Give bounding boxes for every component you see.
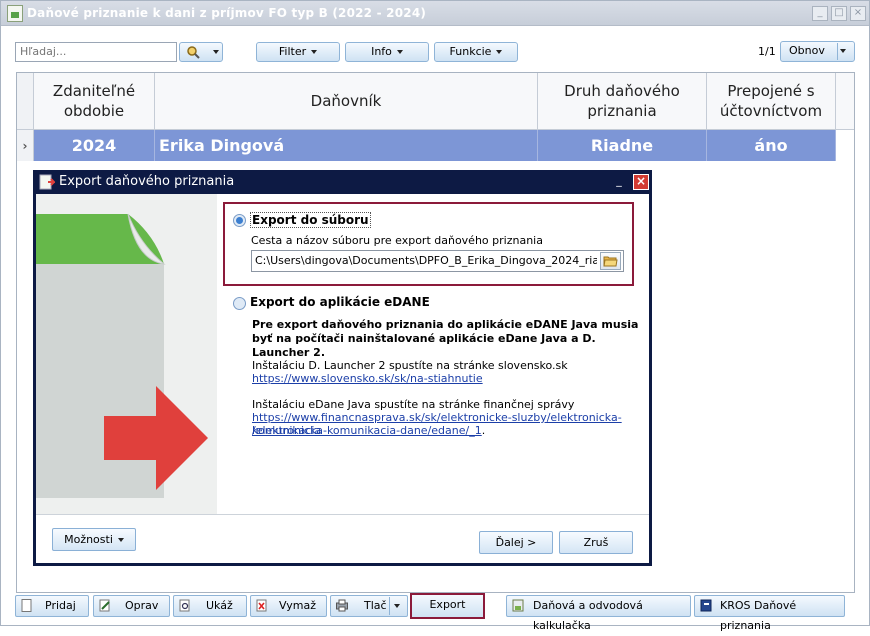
export-file-label[interactable]: Export do súboru [250,212,371,228]
options-button[interactable]: Možnosti [52,528,136,551]
kros-button[interactable]: KROS Daňové priznania [694,595,845,632]
vymaz-button[interactable]: Vymaž [250,595,327,617]
refresh-button[interactable]: Obnov [780,41,855,62]
oprav-label: Oprav [125,599,159,612]
chevron-down-icon [311,50,318,54]
row-indicator-header [17,73,34,130]
edane-link-line-2: /elektronicka-komunikacia-dane/edane/_1. [252,424,485,437]
edane-text: Inštaláciu eDane Java spustíte na stránk… [252,398,575,411]
kros-book-icon [700,599,712,612]
refresh-label: Obnov [789,44,825,57]
kalkulacka-label: Daňová a odvodová kalkulačka [533,599,643,632]
dialog-close-button[interactable]: × [633,174,649,190]
search-button[interactable] [179,42,223,62]
folder-icon [603,256,618,267]
cancel-button[interactable]: Zruš [559,531,633,554]
search-icon [187,46,200,59]
kros-label: KROS Daňové priznania [720,599,797,632]
close-button[interactable]: × [850,6,866,21]
ukaz-button[interactable]: Ukáž [173,595,247,617]
export-document-icon [39,174,55,190]
chevron-down-icon [394,604,400,608]
delete-icon [256,599,267,612]
pridaj-label: Pridaj [45,599,76,612]
next-button[interactable]: Ďalej > [479,531,553,554]
funkcie-label: Funkcie [449,45,492,58]
header-filler [836,73,854,130]
export-label: Export [429,598,466,611]
path-value[interactable]: C:\Users\dingova\Documents\DPFO_B_Erika_… [255,254,597,267]
dialog-title: Export daňového priznania [59,174,235,189]
funkcie-button[interactable]: Funkcie [434,42,518,62]
page-indicator: 1/1 [758,45,776,58]
chevron-down-icon [496,50,503,54]
table-cell-danovnik[interactable]: Erika Dingová [155,130,538,161]
view-icon [179,599,190,612]
edane-link-continued[interactable]: /elektronicka-komunikacia-dane/edane/_1 [252,424,482,437]
options-label: Možnosti [64,533,113,546]
tlac-label: Tlač [364,599,387,612]
add-document-icon [21,599,32,612]
launcher-text: Inštaláciu D. Launcher 2 spustíte na str… [252,359,568,372]
chevron-down-icon [396,50,403,54]
chevron-down-icon [213,50,219,54]
chevron-down-icon [117,538,124,542]
export-dialog: Export daňového priznania _ × Export do … [33,170,652,566]
export-edane-radio[interactable] [233,297,246,310]
edit-icon [99,599,110,612]
edane-link-suffix: . [481,424,486,437]
filter-button[interactable]: Filter [256,42,340,62]
dialog-separator [36,514,649,515]
search-input[interactable] [16,43,174,59]
maximize-button[interactable]: □ [831,6,847,21]
path-field[interactable]: C:\Users\dingova\Documents\DPFO_B_Erika_… [251,250,624,272]
column-header-obdobie[interactable]: Zdaniteľné obdobie [34,73,155,130]
cancel-label: Zruš [583,536,609,549]
minimize-button[interactable]: _ [812,6,828,21]
window-title: Daňové priznanie k dani z príjmov FO typ… [27,6,427,20]
table-cell-prepojene[interactable]: áno [707,130,836,161]
vymaz-label: Vymaž [279,599,316,612]
launcher-link[interactable]: https://www.slovensko.sk/sk/na-stiahnuti… [252,372,483,385]
dialog-body: Export do súboru Cesta a názov súboru pr… [36,194,649,563]
kalkulacka-button[interactable]: Daňová a odvodová kalkulačka [506,595,691,632]
info-label: Info [371,45,392,58]
filter-label: Filter [278,45,307,58]
column-header-danovnik[interactable]: Daňovník [155,73,538,130]
title-bar: Daňové priznanie k dani z príjmov FO typ… [1,1,869,26]
row-pointer-icon: › [17,130,34,161]
oprav-button[interactable]: Oprav [93,595,170,617]
next-label: Ďalej > [495,536,537,549]
search-box[interactable] [15,42,177,62]
chevron-down-icon [840,49,846,53]
path-label: Cesta a názov súboru pre export daňového… [251,234,543,247]
table-cell-druh[interactable]: Riadne [538,130,707,161]
dialog-minimize-button[interactable]: _ [613,175,625,188]
pridaj-button[interactable]: Pridaj [15,595,89,617]
tlac-button[interactable]: Tlač [330,595,408,617]
export-file-radio[interactable] [233,214,246,227]
column-header-druh[interactable]: Druh daňového priznania [538,73,707,130]
ukaz-label: Ukáž [206,599,233,612]
printer-icon [336,599,348,612]
browse-button[interactable] [600,252,621,270]
table-cell-obdobie[interactable]: 2024 [34,130,155,161]
column-header-prepojene[interactable]: Prepojené s účtovníctvom [707,73,836,130]
calculator-icon [512,599,524,612]
info-button[interactable]: Info [345,42,429,62]
edane-notice: Pre export daňového priznania do aplikác… [252,318,639,359]
export-button[interactable]: Export [410,593,485,619]
export-edane-label[interactable]: Export do aplikácie eDANE [250,295,430,309]
export-illustration [36,194,217,514]
app-icon [7,5,23,22]
